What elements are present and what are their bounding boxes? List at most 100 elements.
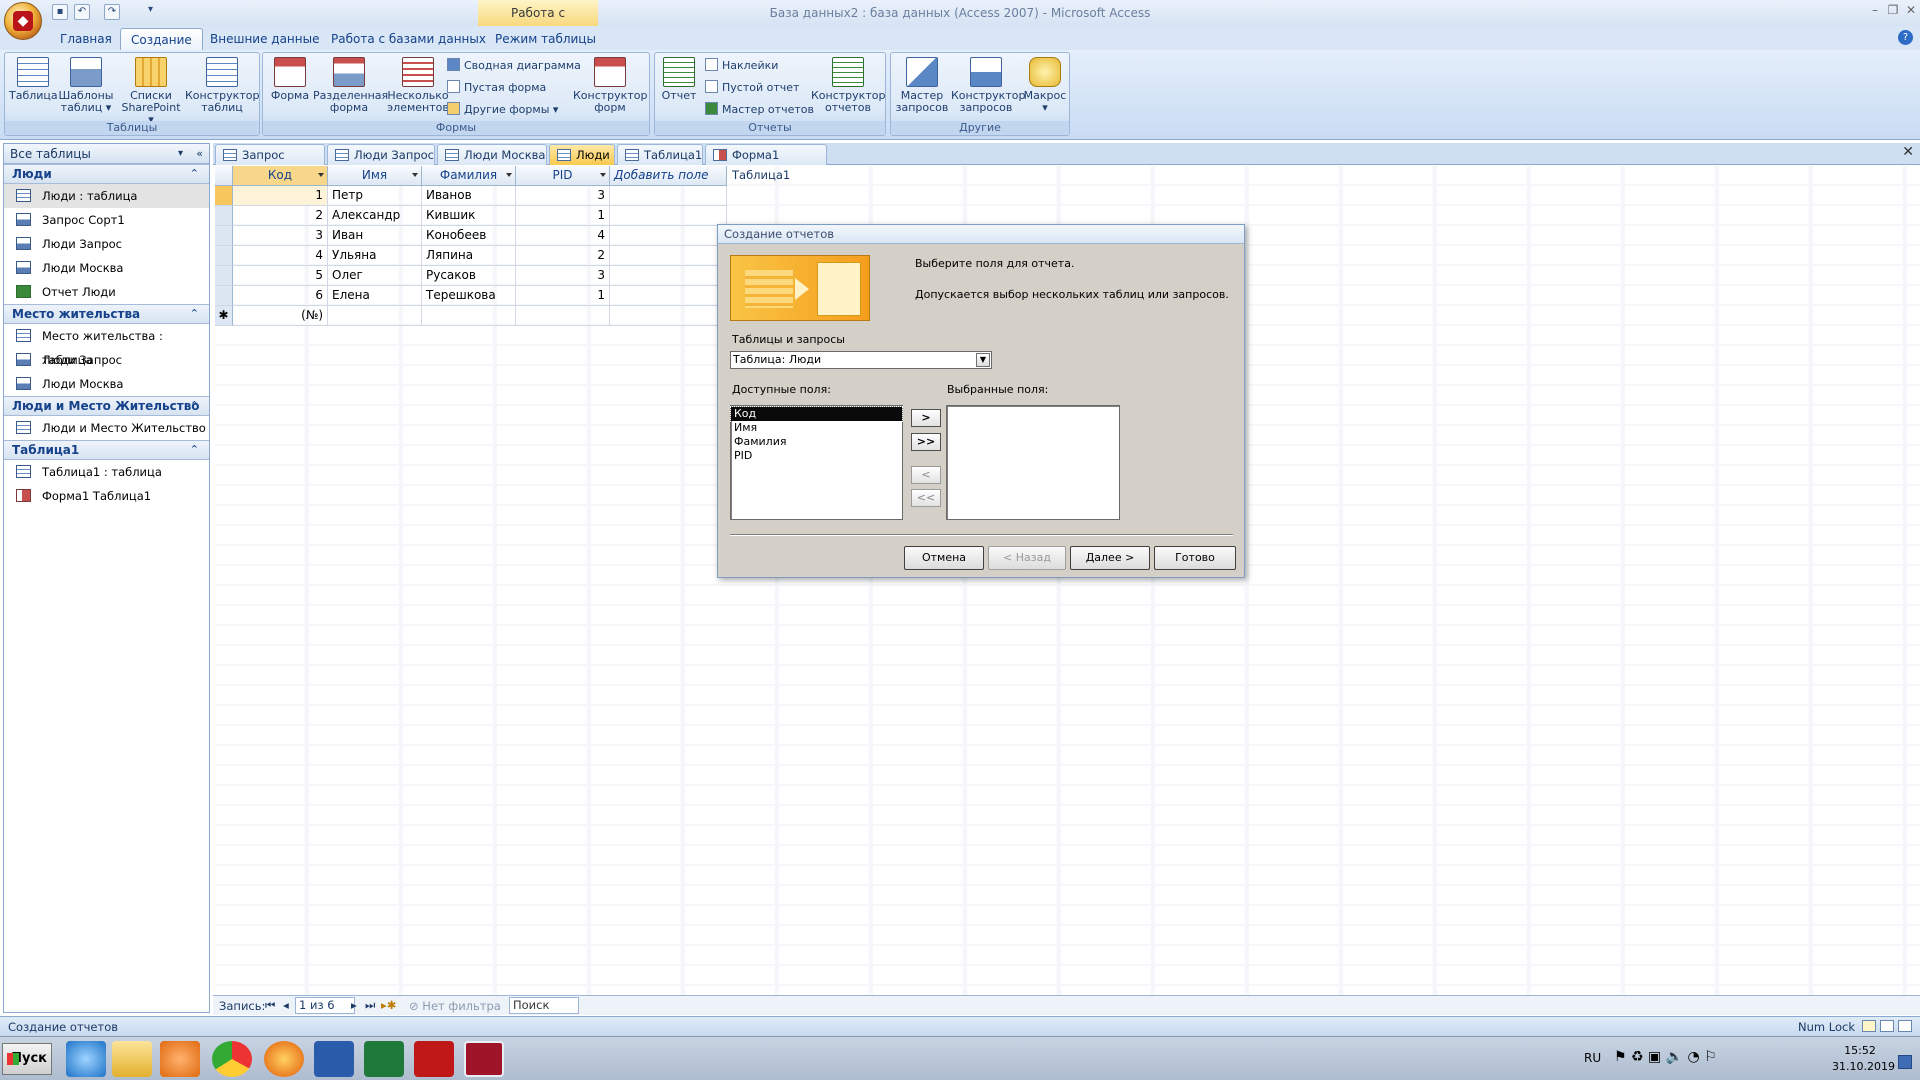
dropdown-icon[interactable] (600, 173, 606, 177)
table-button[interactable]: Таблица (9, 57, 58, 102)
help-icon[interactable]: ? (1898, 30, 1913, 45)
next-record-icon[interactable]: ▸ (351, 998, 357, 1012)
doctab-query-sort1[interactable]: Запрос Сорт1 (215, 144, 325, 182)
nav-item-people-moscow[interactable]: Люди Москва (4, 256, 209, 280)
list-item[interactable]: PID (731, 449, 902, 463)
acrobat-icon[interactable] (414, 1041, 454, 1077)
column-header-pid[interactable]: PID (516, 166, 610, 186)
word-icon[interactable] (314, 1041, 354, 1077)
cell-add-field[interactable] (610, 186, 727, 206)
dropdown-icon[interactable] (318, 173, 324, 177)
table-row[interactable]: 1 Петр Иванов 3 (215, 186, 727, 206)
record-position-field[interactable]: 1 из 6 (295, 997, 355, 1014)
cell-surname[interactable]: Русаков (422, 266, 516, 286)
tray-icons[interactable]: ⚑ ♻ ▣ 🔈 ◔ ⚐ (1614, 1049, 1717, 1065)
nav-item-table1-table[interactable]: Таблица1 : таблица (4, 460, 209, 484)
cell-kod[interactable]: 5 (233, 266, 328, 286)
cell-surname[interactable]: Кившик (422, 206, 516, 226)
nav-item-residence-table[interactable]: Место жительства : таблица (4, 324, 209, 367)
pivot-view-icon[interactable] (1880, 1020, 1894, 1032)
doctab-table1[interactable]: Таблица1 (617, 144, 703, 165)
cell-surname[interactable]: Конобеев (422, 226, 516, 246)
cell-surname[interactable]: Иванов (422, 186, 516, 206)
doctab-people-query[interactable]: Люди Запрос (327, 144, 435, 165)
cell-surname[interactable]: Терешкова (422, 286, 516, 306)
collapse-chevron-icon[interactable]: ⌃ (190, 441, 199, 459)
source-select[interactable]: Таблица: Люди ▼ (730, 351, 992, 369)
cell-kod[interactable]: 6 (233, 286, 328, 306)
finish-button[interactable]: Готово (1154, 546, 1236, 570)
cancel-button[interactable]: Отмена (904, 546, 984, 570)
dropdown-icon[interactable] (506, 173, 512, 177)
nav-item-form1-table1[interactable]: Форма1 Таблица1 (4, 484, 209, 508)
cell-pid[interactable]: 4 (516, 226, 610, 246)
show-desktop-icon[interactable] (1898, 1055, 1912, 1069)
doctab-form1-table1[interactable]: Форма1 Таблица1 (705, 144, 827, 182)
remove-field-button[interactable]: < (911, 466, 941, 484)
column-header-add-field[interactable]: Добавить поле (610, 166, 727, 186)
nav-item-people-table[interactable]: Люди : таблица (4, 184, 209, 208)
close-document-icon[interactable]: ✕ (1902, 144, 1914, 160)
nav-collapse-icon[interactable]: « (196, 144, 203, 164)
cell-pid[interactable]: 3 (516, 186, 610, 206)
cell-pid[interactable]: 1 (516, 286, 610, 306)
nav-item-people-query-2[interactable]: Люди Запрос (4, 348, 209, 372)
list-item[interactable]: Код (730, 406, 903, 422)
blank-form-button[interactable]: Пустая форма (447, 79, 546, 97)
cell-kod-new[interactable]: (№) (233, 306, 328, 326)
chrome-icon[interactable] (212, 1041, 252, 1077)
cell-name[interactable]: Александр (328, 206, 422, 226)
row-selector[interactable] (215, 246, 233, 266)
nav-item-people-residence-table[interactable]: Люди и Место Жительство : ... (4, 416, 209, 459)
maximize-icon[interactable]: ❐ (1884, 3, 1902, 19)
sharepoint-lists-button[interactable]: Списки SharePoint ▾ (117, 57, 185, 126)
table-row[interactable]: 6 Елена Терешкова 1 (215, 286, 727, 306)
tab-create[interactable]: Создание (120, 28, 203, 50)
report-wizard-button[interactable]: Мастер отчетов (705, 101, 814, 119)
cell-name[interactable]: Ульяна (328, 246, 422, 266)
dropdown-icon[interactable] (412, 173, 418, 177)
cell-pid[interactable]: 1 (516, 206, 610, 226)
cell-kod[interactable]: 4 (233, 246, 328, 266)
file-explorer-icon[interactable] (112, 1041, 152, 1077)
list-item[interactable]: Фамилия (731, 435, 902, 449)
nav-group-people-residence[interactable]: Люди и Место Жительство ⌃ (4, 396, 209, 416)
office-button[interactable]: ◆ (4, 2, 42, 40)
internet-explorer-icon[interactable] (66, 1041, 106, 1077)
row-selector[interactable] (215, 286, 233, 306)
nav-group-people[interactable]: Люди ⌃ (4, 164, 209, 184)
split-form-button[interactable]: Разделенная форма (313, 57, 388, 114)
back-button[interactable]: < Назад (988, 546, 1066, 570)
cell-name[interactable] (328, 306, 422, 326)
clock-time[interactable]: 15:52 (1840, 1044, 1880, 1057)
row-selector[interactable] (215, 206, 233, 226)
report-button[interactable]: Отчет (659, 57, 699, 102)
nav-pane-header[interactable]: Все таблицы ▾ « (4, 144, 209, 164)
nav-item-people-query[interactable]: Люди Запрос (4, 232, 209, 256)
first-record-icon[interactable]: ⏮ (265, 998, 275, 1013)
cell-add-field[interactable] (610, 286, 727, 306)
table-templates-button[interactable]: Шаблоны таблиц ▾ (57, 57, 115, 114)
blank-report-button[interactable]: Пустой отчет (705, 79, 799, 97)
firefox-icon[interactable] (264, 1041, 304, 1077)
clock-date[interactable]: 31.10.2019 (1832, 1060, 1895, 1073)
form-button[interactable]: Форма (267, 57, 313, 102)
start-button[interactable]: Пуск (2, 1043, 52, 1075)
cell-pid[interactable]: 3 (516, 266, 610, 286)
query-design-button[interactable]: Конструктор запросов (951, 57, 1025, 114)
remove-all-fields-button[interactable]: << (911, 489, 941, 507)
cell-pid[interactable]: 2 (516, 246, 610, 266)
table-row[interactable]: 4 Ульяна Ляпина 2 (215, 246, 727, 266)
chevron-down-icon[interactable]: ▼ (976, 353, 990, 367)
column-header-name[interactable]: Имя (328, 166, 422, 186)
excel-icon[interactable] (364, 1041, 404, 1077)
table-design-button[interactable]: Конструктор таблиц (185, 57, 259, 114)
filter-status[interactable]: ⊘ Нет фильтра (409, 999, 501, 1013)
collapse-chevron-icon[interactable]: ⌃ (190, 165, 199, 183)
access-icon[interactable] (464, 1041, 504, 1077)
cell-pid[interactable] (516, 306, 610, 326)
column-header-kod[interactable]: Код (233, 166, 328, 186)
row-selector[interactable] (215, 186, 233, 206)
design-view-icon[interactable] (1898, 1020, 1912, 1032)
report-design-button[interactable]: Конструктор отчетов (811, 57, 885, 114)
